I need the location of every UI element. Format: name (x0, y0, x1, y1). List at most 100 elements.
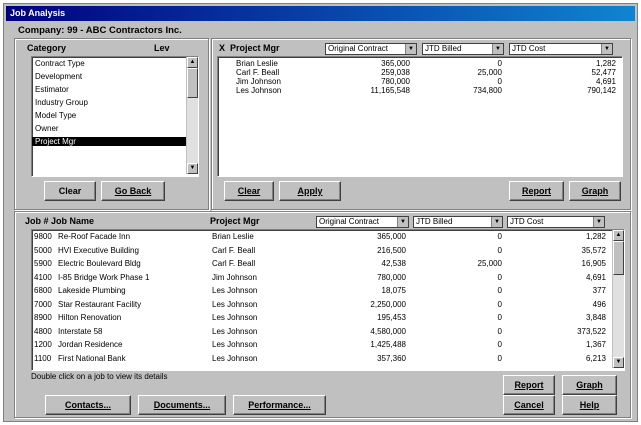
job-billed-cell: 0 (497, 313, 502, 322)
go-back-button[interactable]: Go Back (101, 181, 165, 201)
scroll-thumb[interactable] (187, 68, 198, 98)
job-analysis-window: Job Analysis Company: 99 - ABC Contracto… (3, 3, 638, 422)
scroll-down-icon[interactable]: ▼ (613, 357, 624, 368)
job-name-cell: Star Restaurant Facility (58, 299, 142, 309)
jobs-scrollbar[interactable]: ▲ ▼ (612, 230, 624, 368)
job-billed-cell: 0 (497, 286, 502, 295)
category-item[interactable]: Model Type (32, 111, 186, 120)
summary-graph-label: Graph (581, 186, 609, 196)
job-billed-cell: 0 (497, 326, 502, 336)
job-number-cell: 1100 (34, 353, 52, 363)
summary-row[interactable]: Carl F. Beall 259,038 25,000 52,477 (218, 68, 622, 77)
job-row[interactable]: 7000 Star Restaurant Facility Les Johnson 2… (32, 300, 612, 309)
job-name-cell: Jordan Residence (58, 340, 123, 349)
jobs-col3-select[interactable]: JTD Cost ▼ (507, 216, 605, 228)
summary-col1-label: Original Contract (328, 44, 389, 53)
scroll-thumb[interactable] (613, 241, 624, 275)
jobs-col1-label: Original Contract (319, 217, 380, 226)
job-billed-cell: 25,000 (477, 259, 502, 268)
level-header: Lev (154, 43, 170, 53)
job-pm-cell: Les Johnson (212, 353, 258, 363)
summary-row[interactable]: Jim Johnson 780,000 0 4,691 (218, 77, 622, 86)
job-row[interactable]: 4800 Interstate 58 Les Johnson 4,580,000 0 37… (32, 327, 612, 336)
summary-row[interactable]: Les Johnson 11,165,548 734,800 790,142 (218, 86, 622, 95)
chevron-down-icon[interactable]: ▼ (601, 44, 612, 54)
chevron-down-icon[interactable]: ▼ (593, 217, 604, 227)
scroll-up-icon[interactable]: ▲ (613, 230, 624, 241)
jobs-graph-button[interactable]: Graph (562, 375, 617, 395)
category-item[interactable]: Contract Type (32, 59, 186, 68)
job-contract-cell: 365,000 (377, 232, 406, 241)
summary-pm-cell: Les Johnson (236, 86, 282, 95)
job-number-cell: 1200 (34, 340, 52, 349)
performance-label: Performance... (248, 400, 311, 410)
apply-button[interactable]: Apply (279, 181, 341, 201)
job-billed-cell: 0 (497, 340, 502, 349)
summary-list[interactable]: Brian Leslie 365,000 0 1,282 Carl F. Beall 25… (217, 56, 623, 177)
summary-report-button[interactable]: Report (509, 181, 564, 201)
contacts-button[interactable]: Contacts... (45, 395, 131, 415)
contacts-label: Contacts... (64, 400, 111, 410)
category-item[interactable]: Project Mgr (32, 137, 186, 146)
chevron-down-icon[interactable]: ▼ (397, 217, 408, 227)
chevron-down-icon[interactable]: ▼ (491, 217, 502, 227)
category-item-label: Estimator (35, 85, 69, 94)
help-button[interactable]: Help (562, 395, 617, 415)
category-item[interactable]: Estimator (32, 85, 186, 94)
job-contract-cell: 42,538 (381, 259, 406, 268)
summary-pm-cell: Brian Leslie (236, 59, 278, 68)
job-cost-cell: 3,848 (585, 313, 606, 322)
cancel-button[interactable]: Cancel (503, 395, 555, 415)
help-label: Help (579, 400, 600, 410)
job-row[interactable]: 5000 HVI Executive Building Carl F. Beall 2… (32, 246, 612, 255)
chevron-down-icon[interactable]: ▼ (405, 44, 416, 54)
category-scrollbar[interactable]: ▲ ▼ (186, 57, 198, 174)
job-row[interactable]: 8900 Hilton Renovation Les Johnson 195,453 0… (32, 313, 612, 322)
job-billed-cell: 0 (497, 272, 502, 282)
jobs-report-button[interactable]: Report (503, 375, 555, 395)
category-clear-button[interactable]: Clear (44, 181, 96, 201)
job-row[interactable]: 6800 Lakeside Plumbing Les Johnson 18,075 0 3… (32, 286, 612, 295)
summary-contract-cell: 11,165,548 (370, 86, 410, 95)
summary-report-label: Report (522, 186, 551, 196)
job-pm-cell: Brian Leslie (212, 232, 254, 241)
summary-pm-cell: Jim Johnson (236, 77, 281, 86)
documents-button[interactable]: Documents... (138, 395, 226, 415)
summary-x-header: X (219, 43, 226, 53)
scroll-down-icon[interactable]: ▼ (187, 163, 198, 174)
category-item-label: Owner (35, 124, 59, 133)
summary-contract-cell: 780,000 (381, 77, 410, 86)
job-row[interactable]: 1100 First National Bank Les Johnson 357,36… (32, 354, 612, 363)
scroll-up-icon[interactable]: ▲ (187, 57, 198, 68)
category-item[interactable]: Development (32, 72, 186, 81)
job-number-cell: 6800 (34, 286, 52, 295)
chevron-down-icon[interactable]: ▼ (492, 44, 503, 54)
job-row[interactable]: 4100 I-85 Bridge Work Phase 1 Jim Johnson 7… (32, 273, 612, 282)
jobs-col1-select[interactable]: Original Contract ▼ (316, 216, 409, 228)
job-contract-cell: 4,580,000 (370, 326, 406, 336)
job-row[interactable]: 1200 Jordan Residence Les Johnson 1,425,488… (32, 340, 612, 349)
job-number-cell: 5000 (34, 245, 52, 255)
jobs-list[interactable]: 9800 Re-Roof Facade Inn Brian Leslie 365,00… (31, 229, 625, 371)
summary-clear-button[interactable]: Clear (224, 181, 274, 201)
category-item[interactable]: Industry Group (32, 98, 186, 107)
category-list[interactable]: Contract Type Development Estimator Industr… (31, 56, 199, 177)
summary-clear-label: Clear (237, 186, 261, 196)
job-row[interactable]: 9800 Re-Roof Facade Inn Brian Leslie 365,00… (32, 232, 612, 241)
job-cost-cell: 373,522 (577, 326, 606, 336)
summary-col3-select[interactable]: JTD Cost ▼ (509, 43, 613, 55)
double-click-hint: Double click on a job to view its detail… (31, 372, 168, 381)
summary-row[interactable]: Brian Leslie 365,000 0 1,282 (218, 59, 622, 68)
performance-button[interactable]: Performance... (233, 395, 326, 415)
category-item[interactable]: Owner (32, 124, 186, 133)
summary-graph-button[interactable]: Graph (569, 181, 621, 201)
job-row[interactable]: 5900 Electric Boulevard Bldg Carl F. Beall… (32, 259, 612, 268)
job-name-cell: Lakeside Plumbing (58, 286, 126, 295)
summary-col3-label: JTD Cost (512, 44, 546, 53)
jobs-col2-select[interactable]: JTD Billed ▼ (413, 216, 503, 228)
summary-col1-select[interactable]: Original Contract ▼ (325, 43, 417, 55)
summary-col2-select[interactable]: JTD Billed ▼ (422, 43, 504, 55)
summary-cost-cell: 1,282 (595, 59, 616, 68)
summary-cost-cell: 790,142 (587, 86, 616, 95)
job-number-cell: 4800 (34, 326, 52, 336)
